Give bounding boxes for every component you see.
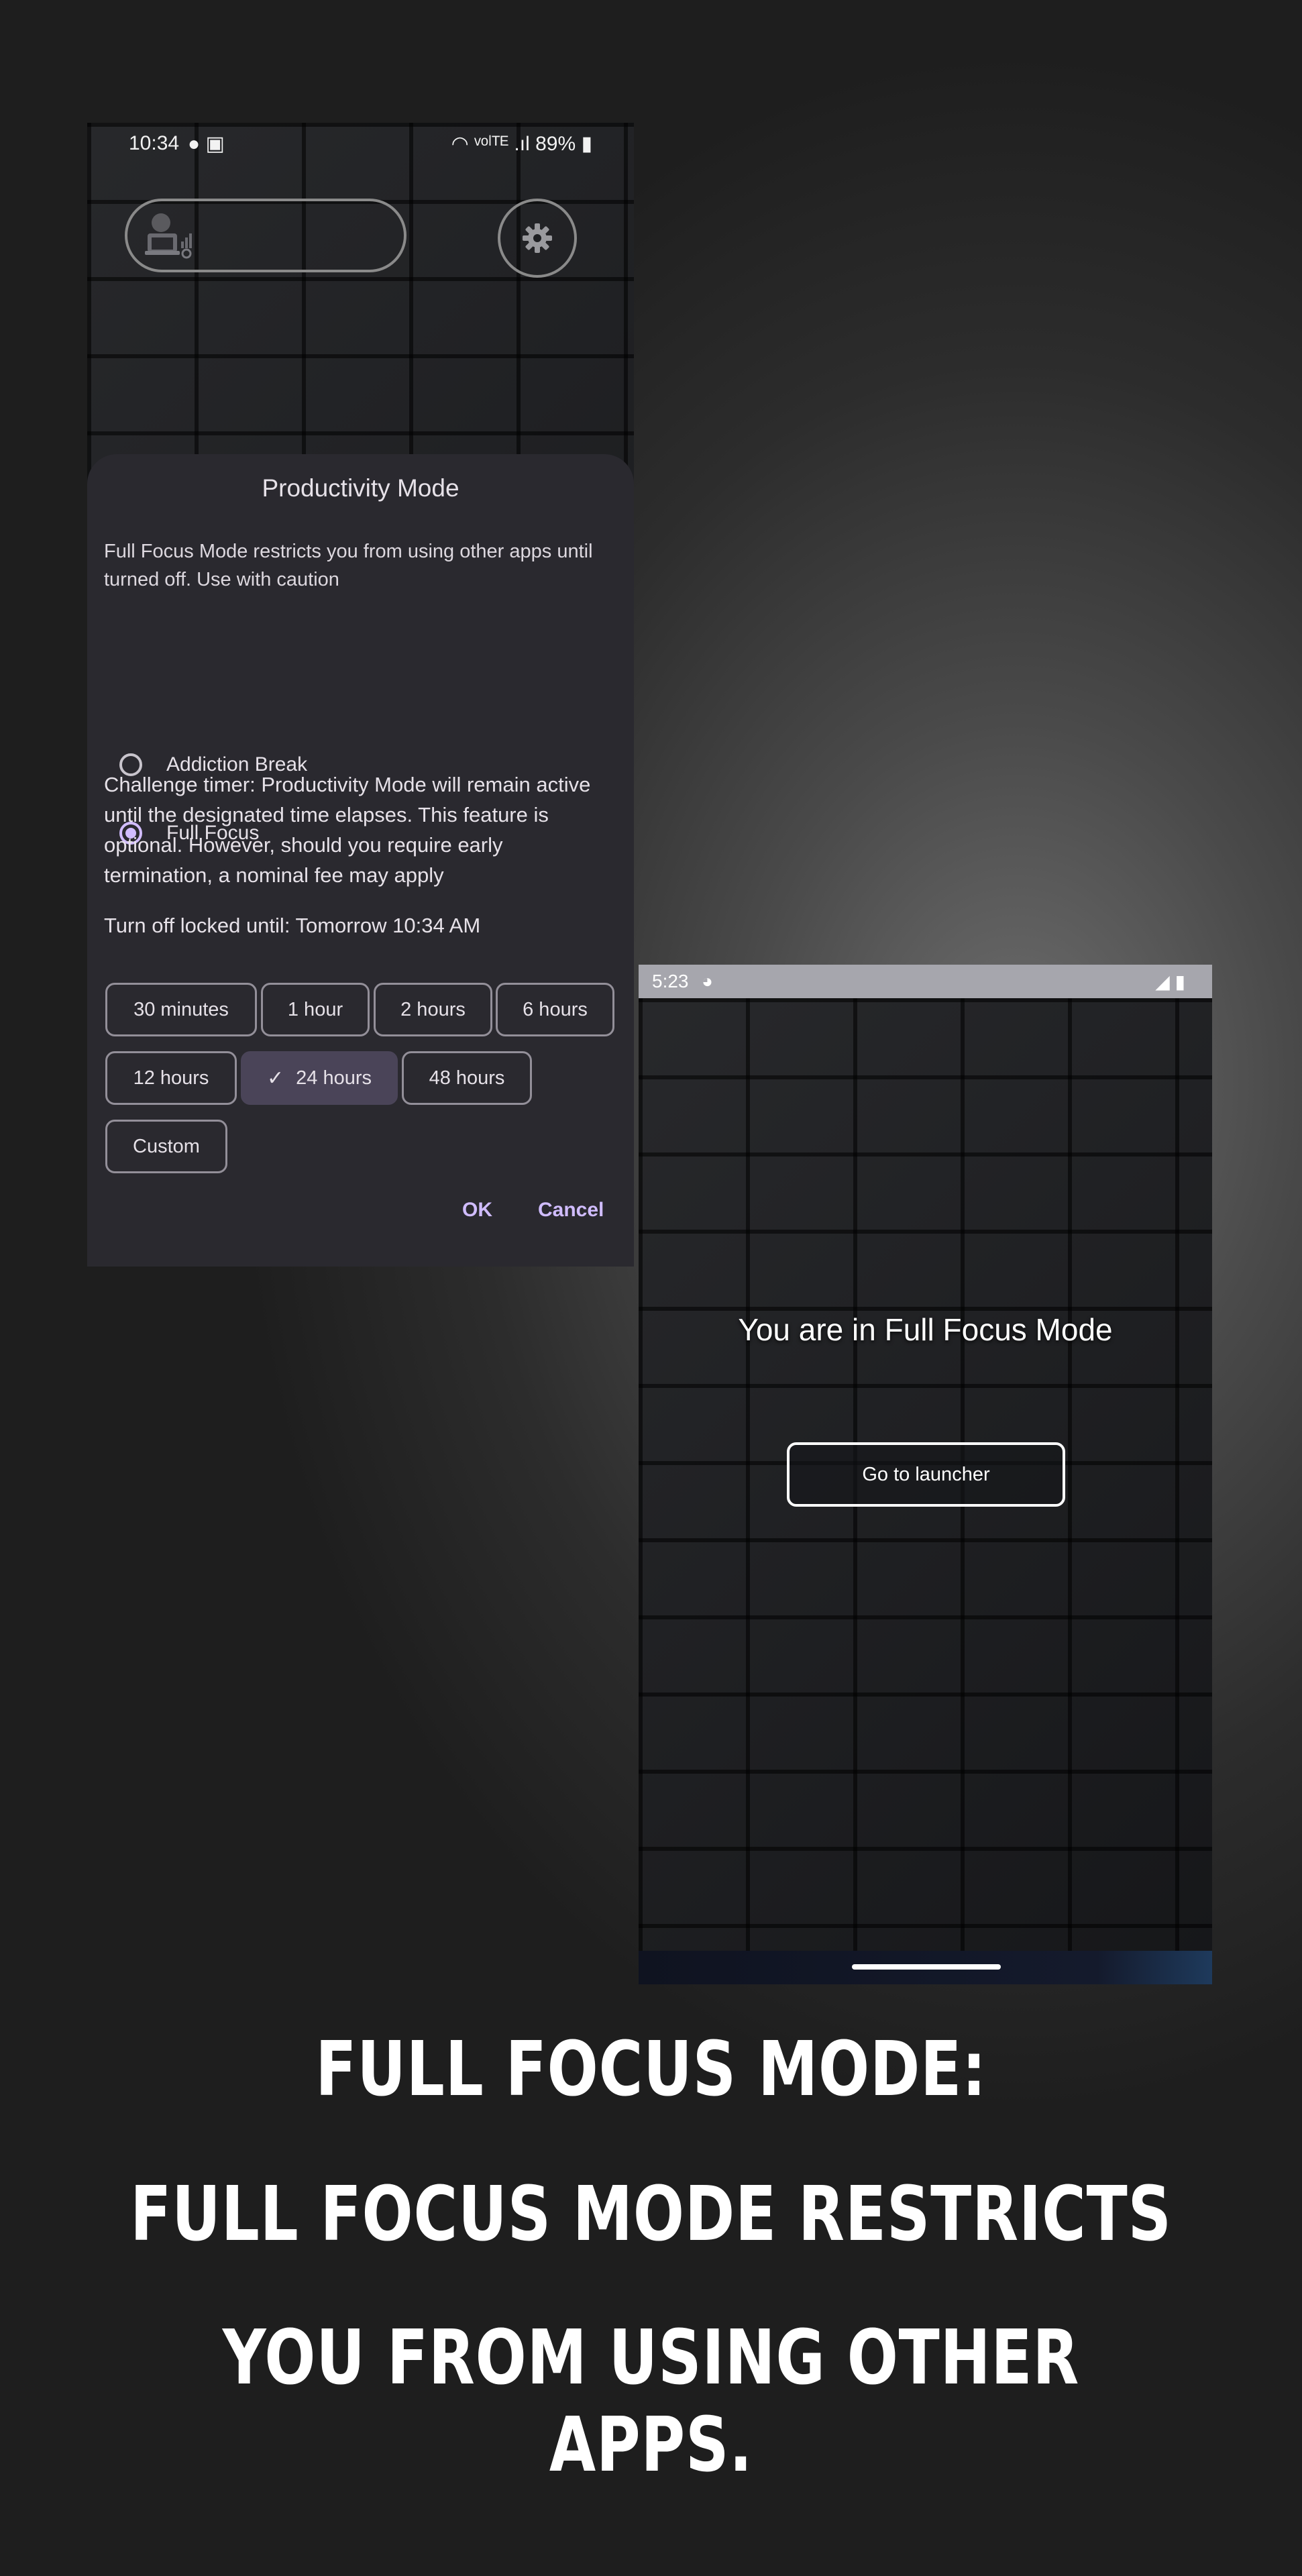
caption-line-2: FULL FOCUS MODE RESTRICTS xyxy=(130,2171,1172,2258)
chip-1-hour[interactable]: 1 hour xyxy=(261,983,370,1036)
chip-2-hours[interactable]: 2 hours xyxy=(374,983,492,1036)
full-focus-title: You are in Full Focus Mode xyxy=(738,1312,1113,1347)
status-time: 5:23 xyxy=(652,971,689,991)
status-bar: 5:23 ◕ ◢ ▮ xyxy=(639,965,1212,998)
sheet-description: Full Focus Mode restricts you from using… xyxy=(104,541,593,590)
profile-button[interactable] xyxy=(125,199,406,272)
battery-icon: ▮ xyxy=(581,133,592,155)
chip-30-minutes[interactable]: 30 minutes xyxy=(105,983,257,1036)
check-icon: ✓ xyxy=(267,1067,284,1089)
notification-icon: ◕ xyxy=(702,971,713,991)
status-time: 10:34 xyxy=(129,132,180,154)
challenge-timer-text: Challenge timer: Productivity Mode will … xyxy=(104,773,591,887)
status-right-icons: ◠ ᵛᵒˡᵀᴱ .ıl 89% ▮ xyxy=(451,132,592,156)
chip-48-hours[interactable]: 48 hours xyxy=(402,1051,532,1105)
signal-battery-icons: ◢ ▮ xyxy=(1155,971,1185,992)
locked-until-text: Turn off locked until: Tomorrow 10:34 AM xyxy=(104,914,481,937)
gear-icon xyxy=(523,223,552,253)
productivity-mode-sheet: Productivity Mode Full Focus Mode restri… xyxy=(87,454,634,1267)
signal-wifi-icons: ◠ ᵛᵒˡᵀᴱ .ıl 89% xyxy=(451,133,576,155)
settings-button[interactable] xyxy=(498,199,577,278)
chip-6-hours[interactable]: 6 hours xyxy=(496,983,614,1036)
cancel-button[interactable]: Cancel xyxy=(538,1199,604,1222)
chip-24-hours-selected[interactable]: ✓ 24 hours xyxy=(241,1051,398,1105)
notification-icons: ● ▣ xyxy=(188,133,225,155)
caption-line-3: YOU FROM USING OTHER APPS. xyxy=(222,2314,1080,2489)
status-bar: 10:34 ● ▣ ◠ ᵛᵒˡᵀᴱ .ıl 89% ▮ xyxy=(87,123,634,166)
phone-screenshot-productivity-mode: 10:34 ● ▣ ◠ ᵛᵒˡᵀᴱ .ıl 89% ▮ Productivity… xyxy=(87,123,634,1267)
caption-line-1: FULL FOCUS MODE: xyxy=(315,2026,987,2113)
go-to-launcher-button[interactable]: Go to launcher xyxy=(787,1442,1065,1507)
ok-button[interactable]: OK xyxy=(462,1199,492,1222)
home-gesture-handle[interactable] xyxy=(852,1964,1001,1970)
user-laptop-icon xyxy=(145,213,192,259)
sheet-title: Productivity Mode xyxy=(262,474,459,502)
chip-custom[interactable]: Custom xyxy=(105,1120,227,1173)
phone-screenshot-full-focus: 5:23 ◕ ◢ ▮ You are in Full Focus Mode Go… xyxy=(639,965,1212,1984)
chip-12-hours[interactable]: 12 hours xyxy=(105,1051,237,1105)
